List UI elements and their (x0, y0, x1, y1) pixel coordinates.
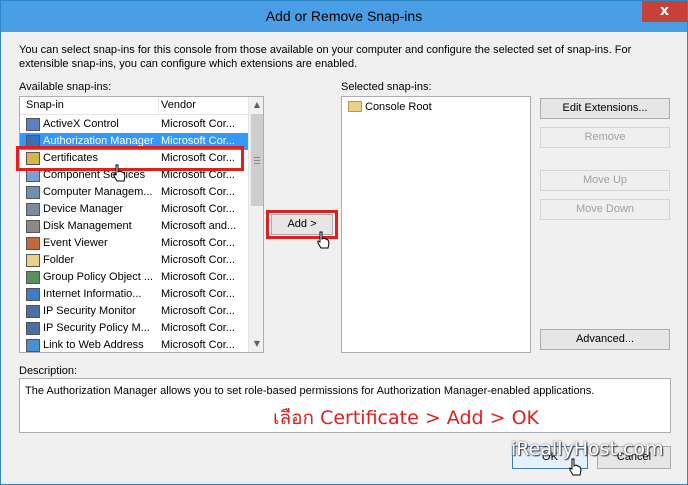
snapin-row[interactable]: IP Security Monitor Microsoft Cor... (20, 303, 248, 320)
snapin-row[interactable]: Folder Microsoft Cor... (20, 252, 248, 269)
snapin-name: IP Security Monitor (43, 305, 136, 317)
internet-information-icon (26, 288, 40, 301)
computer-management-icon (26, 186, 40, 199)
snapin-vendor: Microsoft Cor... (161, 288, 235, 300)
snapin-name: Folder (43, 254, 75, 266)
console-root-item[interactable]: Console Root (365, 101, 432, 113)
snapin-vendor: Microsoft Cor... (161, 271, 235, 283)
snapin-vendor: Microsoft Cor... (161, 237, 235, 249)
snapin-row[interactable]: Internet Informatio... Microsoft Cor... (20, 286, 248, 303)
snapin-name: ActiveX Control (43, 118, 119, 130)
snapin-vendor: Microsoft and... (161, 220, 237, 232)
console-root-folder-icon (348, 101, 362, 112)
snapin-row[interactable]: Device Manager Microsoft Cor... (20, 201, 248, 218)
snapin-name: Internet Informatio... (43, 288, 142, 300)
move-down-button[interactable]: Move Down (540, 199, 670, 220)
window-title: Add or Remove Snap-ins (265, 8, 423, 24)
remove-button[interactable]: Remove (540, 127, 670, 148)
hand-cursor-icon (113, 164, 126, 182)
hand-cursor-icon (569, 458, 582, 476)
device-manager-icon (26, 203, 40, 216)
snapin-row[interactable]: IP Security Policy M... Microsoft Cor... (20, 320, 248, 337)
snapin-row[interactable]: Event Viewer Microsoft Cor... (20, 235, 248, 252)
snapin-vendor: Microsoft Cor... (161, 254, 235, 266)
snapin-vendor: Microsoft Cor... (161, 322, 235, 334)
scroll-up-arrow-icon[interactable]: ▲ (249, 97, 263, 113)
watermark-text: iReallyHost.com (511, 438, 664, 460)
snapin-vendor: Microsoft Cor... (161, 203, 235, 215)
ip-security-policy-icon (26, 322, 40, 335)
snapin-name: IP Security Policy M... (43, 322, 150, 334)
snapin-vendor: Microsoft Cor... (161, 305, 235, 317)
snapin-vendor: Microsoft Cor... (161, 118, 235, 130)
snapin-row[interactable]: ActiveX Control Microsoft Cor... (20, 116, 248, 133)
instruction-annotation: เลือก Certificate > Add > OK (273, 407, 539, 429)
certificates-highlight (16, 146, 244, 171)
disk-management-icon (26, 220, 40, 233)
description-text: The Authorization Manager allows you to … (25, 385, 595, 397)
event-viewer-icon (26, 237, 40, 250)
list-scrollbar[interactable]: ▲ ▼ (248, 97, 263, 352)
selected-snapins-label: Selected snap-ins: (341, 81, 432, 93)
list-header: Snap-in Vendor (20, 97, 248, 115)
available-snapins-label: Available snap-ins: (19, 81, 112, 93)
hand-cursor-icon (317, 231, 330, 249)
selected-snapins-list[interactable]: Console Root (341, 96, 531, 353)
dialog-window: Add or Remove Snap-ins x You can select … (0, 0, 688, 485)
advanced-button[interactable]: Advanced... (540, 329, 670, 350)
column-header-vendor[interactable]: Vendor (161, 99, 196, 111)
edit-extensions-button[interactable]: Edit Extensions... (540, 98, 670, 119)
activex-icon (26, 118, 40, 131)
link-icon (26, 339, 40, 352)
title-bar: Add or Remove Snap-ins x (1, 1, 687, 32)
snapin-row[interactable]: Disk Management Microsoft and... (20, 218, 248, 235)
snapin-name: Disk Management (43, 220, 132, 232)
snapin-name: Group Policy Object ... (43, 271, 154, 283)
ip-security-monitor-icon (26, 305, 40, 318)
description-label: Description: (19, 365, 78, 377)
intro-text: You can select snap-ins for this console… (19, 44, 632, 70)
snapin-name: Computer Managem... (43, 186, 153, 198)
scroll-down-arrow-icon[interactable]: ▼ (249, 336, 263, 352)
snapin-row[interactable]: Group Policy Object ... Microsoft Cor... (20, 269, 248, 286)
grip-icon (254, 157, 260, 164)
snapin-row[interactable]: Computer Managem... Microsoft Cor... (20, 184, 248, 201)
available-snapins-list[interactable]: Snap-in Vendor ActiveX Control Microsoft … (19, 96, 264, 353)
group-policy-icon (26, 271, 40, 284)
scroll-thumb[interactable] (251, 114, 263, 206)
snapin-name: Link to Web Address (43, 339, 144, 351)
snapin-row[interactable]: Link to Web Address Microsoft Cor... (20, 337, 248, 352)
snapin-name: Event Viewer (43, 237, 108, 249)
snapin-name: Device Manager (43, 203, 124, 215)
close-button[interactable]: x (642, 1, 687, 22)
snapin-vendor: Microsoft Cor... (161, 339, 235, 351)
folder-icon (26, 254, 40, 267)
column-header-snapin[interactable]: Snap-in (26, 99, 64, 111)
move-up-button[interactable]: Move Up (540, 170, 670, 191)
snapin-vendor: Microsoft Cor... (161, 186, 235, 198)
column-separator[interactable] (158, 97, 159, 115)
